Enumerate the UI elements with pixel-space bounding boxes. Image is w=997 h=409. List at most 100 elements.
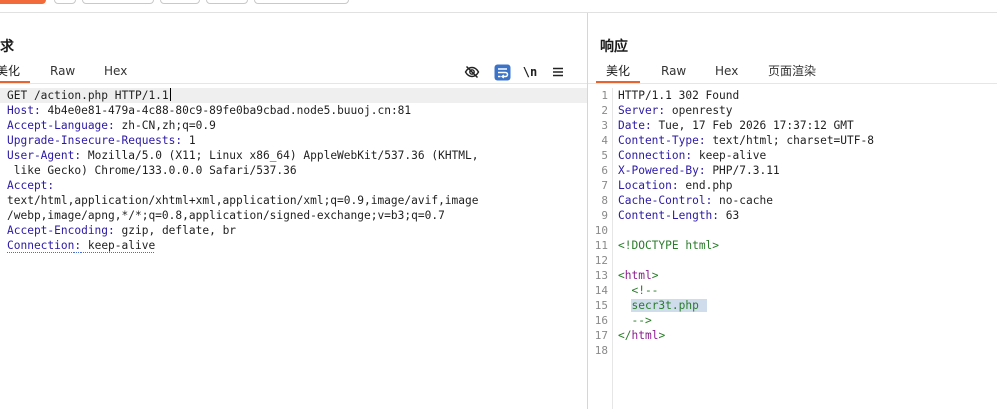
html-tag: html xyxy=(624,269,652,282)
highlighted-comment-text[interactable]: secr3t.php xyxy=(631,299,707,312)
header-key: Accept-Language xyxy=(7,119,109,132)
response-line: 18 xyxy=(588,343,997,358)
header-key: Connection xyxy=(7,239,75,252)
header-value: /webp,image/apng,*/*;q=0.8,application/s… xyxy=(7,209,445,222)
response-line: 4 Content-Type: text/html; charset=UTF-8 xyxy=(588,133,997,148)
html-comment: <!-- xyxy=(618,284,659,297)
response-line: 16 --> xyxy=(588,313,997,328)
header-value: 1 xyxy=(182,134,196,147)
line-number: 6 xyxy=(601,164,608,177)
response-line: 8 Cache-Control: no-cache xyxy=(588,193,997,208)
tab-label: Raw xyxy=(661,64,687,78)
line-number: 3 xyxy=(601,119,608,132)
target-button[interactable] xyxy=(254,0,349,4)
newline-icon[interactable]: \n xyxy=(521,63,539,81)
response-tab-raw[interactable]: Raw xyxy=(661,63,686,83)
header-value: openresty xyxy=(665,104,733,117)
line-number: 11 xyxy=(594,239,608,252)
html-comment: --> xyxy=(618,314,652,327)
header-key: Server xyxy=(618,104,659,117)
header-key: Cache-Control xyxy=(618,194,706,207)
forward-button[interactable] xyxy=(160,0,200,4)
header-key: User-Agent xyxy=(7,149,75,162)
request-editor-toolbar: \n xyxy=(463,63,573,81)
response-title: 响应 xyxy=(600,39,628,55)
header-value: keep-alive xyxy=(81,239,156,252)
response-line: 11 <!DOCTYPE html> xyxy=(588,238,997,253)
header-value: PHP/7.3.11 xyxy=(705,164,780,177)
response-line: 2 Server: openresty xyxy=(588,103,997,118)
tab-label: Raw xyxy=(50,64,76,78)
header-value: 4b4e0e81-479a-4c88-80c9-89fe0ba9cbad.nod… xyxy=(40,104,412,117)
header-value: Tue, 17 Feb 2026 17:37:12 GMT xyxy=(651,119,854,132)
request-pane: 请求 美化 Raw Hex xyxy=(0,13,587,409)
line-number: 8 xyxy=(601,194,608,207)
header-value: end.php xyxy=(678,179,733,192)
request-editor[interactable]: GET /action.php HTTP/1.1 Host: 4b4e0e81-… xyxy=(0,88,587,409)
tab-label: 页面渲染 xyxy=(768,64,817,78)
request-header-line: Connection: keep-alive xyxy=(7,239,156,252)
response-tabs: 美化 Raw Hex 页面渲染 xyxy=(588,63,997,83)
request-tab-separator xyxy=(0,83,587,84)
wrap-icon[interactable] xyxy=(493,63,511,81)
history-button[interactable] xyxy=(206,0,248,4)
response-line: 14 <!-- xyxy=(588,283,997,298)
response-line: 3 Date: Tue, 17 Feb 2026 17:37:12 GMT xyxy=(588,118,997,133)
request-tab-raw[interactable]: Raw xyxy=(50,63,75,83)
response-line: 7 Location: end.php xyxy=(588,178,997,193)
line-number: 18 xyxy=(594,344,608,357)
response-line: 12 xyxy=(588,253,997,268)
header-value: no-cache xyxy=(712,194,773,207)
send-button[interactable] xyxy=(0,0,46,4)
header-key: Content-Type xyxy=(618,134,699,147)
request-line-text: GET /action.php HTTP/1.1 xyxy=(7,89,169,102)
header-value: Mozilla/5.0 (X11; Linux x86_64) AppleWeb… xyxy=(81,149,479,162)
tab-label: Hex xyxy=(715,64,739,78)
request-tab-hex[interactable]: Hex xyxy=(104,63,127,83)
text-caret xyxy=(169,88,171,101)
line-number: 2 xyxy=(601,104,608,117)
line-number: 13 xyxy=(594,269,608,282)
line-number: 15 xyxy=(594,299,608,312)
response-line: 6 X-Powered-By: PHP/7.3.11 xyxy=(588,163,997,178)
response-line: 17 </html> xyxy=(588,328,997,343)
tag-bracket: < xyxy=(618,269,625,282)
back-button[interactable] xyxy=(82,0,154,4)
response-line: 1 HTTP/1.1 302 Found xyxy=(588,88,997,103)
request-line: GET /action.php HTTP/1.1 xyxy=(0,88,587,103)
status-line: HTTP/1.1 302 Found xyxy=(618,89,740,102)
response-line: 10 xyxy=(588,223,997,238)
header-value: keep-alive xyxy=(692,149,767,162)
header-key: Upgrade-Insecure-Requests xyxy=(7,134,176,147)
response-pane: 响应 美化 Raw Hex 页面渲染 1 HTTP/1.1 302 Found 2… xyxy=(588,13,997,409)
line-number: 14 xyxy=(594,284,608,297)
header-value: text/html; charset=UTF-8 xyxy=(705,134,874,147)
line-number: 10 xyxy=(594,224,608,237)
header-key: Content-Length xyxy=(618,209,713,222)
response-line: 9 Content-Length: 63 xyxy=(588,208,997,223)
request-header-line: Upgrade-Insecure-Requests: 1 xyxy=(7,134,196,147)
response-tab-hex[interactable]: Hex xyxy=(715,63,738,83)
header-key: Host xyxy=(7,104,34,117)
response-tab-render[interactable]: 页面渲染 xyxy=(768,63,816,83)
header-key: Connection xyxy=(618,149,686,162)
tag-bracket: > xyxy=(658,329,666,342)
request-header-line: Accept-Language: zh-CN,zh;q=0.9 xyxy=(7,119,216,132)
line-number: 5 xyxy=(601,149,608,162)
header-value: text/html,application/xhtml+xml,applicat… xyxy=(7,194,479,207)
line-number: 16 xyxy=(594,314,608,327)
tab-label: 美化 xyxy=(606,64,631,78)
request-header-line: User-Agent: Mozilla/5.0 (X11; Linux x86_… xyxy=(7,149,479,162)
response-tab-pretty[interactable]: 美化 xyxy=(596,63,641,83)
top-toolbar xyxy=(0,0,997,12)
eye-off-icon[interactable] xyxy=(463,63,481,81)
header-value: gzip, deflate, br xyxy=(114,224,237,237)
header-value: like Gecko) Chrome/133.0.0.0 Safari/537.… xyxy=(7,164,297,177)
response-editor[interactable]: 1 HTTP/1.1 302 Found 2 Server: openresty 3… xyxy=(588,88,997,409)
request-tab-pretty[interactable]: 美化 xyxy=(0,63,31,83)
settings-button[interactable] xyxy=(54,0,76,4)
response-line: 13 <html> xyxy=(588,268,997,283)
header-value: zh-CN,zh;q=0.9 xyxy=(114,119,216,132)
menu-icon[interactable] xyxy=(549,63,567,81)
line-number: 9 xyxy=(601,209,608,222)
